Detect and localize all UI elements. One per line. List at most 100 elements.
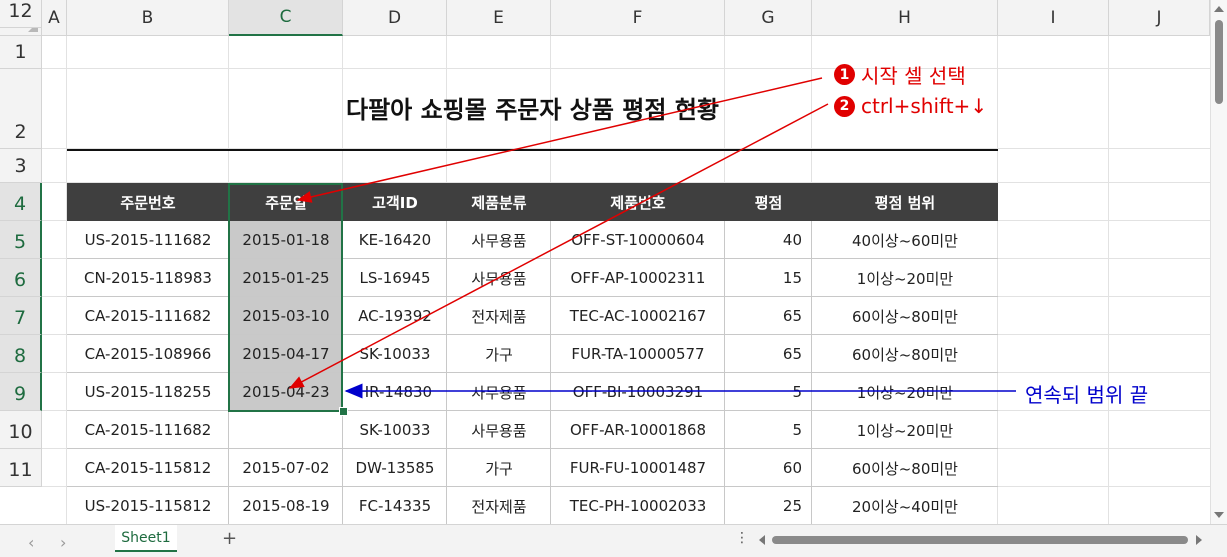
table-cell[interactable]: FUR-FU-10001487 xyxy=(551,449,725,487)
add-sheet-button[interactable]: + xyxy=(222,528,237,549)
table-cell[interactable]: 1이상~20미만 xyxy=(812,373,998,411)
scroll-up-icon[interactable] xyxy=(1214,6,1224,12)
table-cell[interactable]: TEC-AC-10002167 xyxy=(551,297,725,335)
table-header-cell: 고객ID xyxy=(372,193,418,212)
table-cell[interactable]: 60 xyxy=(725,449,812,487)
column-header-c[interactable]: C xyxy=(229,0,343,36)
table-cell[interactable]: 전자제품 xyxy=(447,487,551,524)
table-cell[interactable]: 15 xyxy=(725,259,812,297)
table-cell[interactable]: 가구 xyxy=(447,335,551,373)
sheet-tab-sheet1[interactable]: Sheet1 xyxy=(115,525,177,552)
gridline-h xyxy=(42,68,1210,69)
table-cell[interactable]: 40 xyxy=(725,221,812,259)
table-col-border xyxy=(550,221,551,524)
table-cell[interactable]: DW-13585 xyxy=(343,449,447,487)
table-cell[interactable]: LS-16945 xyxy=(343,259,447,297)
table-cell[interactable]: 1이상~20미만 xyxy=(812,259,998,297)
table-cell[interactable]: 5 xyxy=(725,373,812,411)
table-cell[interactable]: 2015-07-02 xyxy=(229,449,343,487)
table-cell[interactable]: US-2015-118255 xyxy=(67,373,229,411)
table-cell[interactable]: 25 xyxy=(725,487,812,524)
scroll-down-icon[interactable] xyxy=(1214,512,1224,518)
more-options-icon[interactable]: ⋮ xyxy=(735,530,749,546)
table-cell[interactable]: 60이상~80미만 xyxy=(812,335,998,373)
row-header-10[interactable]: 10 xyxy=(0,411,42,449)
table-cell[interactable]: OFF-ST-10000604 xyxy=(551,221,725,259)
table-cell[interactable]: CN-2015-118983 xyxy=(67,259,229,297)
spreadsheet-grid[interactable]: ABCDEFGHIJ 1 2 3 4 5 6 7 8 9 10 11 12 다팔아 쇼핑몰 주문자 상… xyxy=(0,0,1210,524)
row-header-2[interactable]: 2 xyxy=(0,69,42,149)
table-cell[interactable]: TEC-PH-10002033 xyxy=(551,487,725,524)
table-cell[interactable]: 40이상~60미만 xyxy=(812,221,998,259)
table-cell[interactable]: SK-10033 xyxy=(343,335,447,373)
table-col-border xyxy=(446,221,447,524)
column-header-i[interactable]: I xyxy=(998,0,1109,36)
row-header-12[interactable]: 12 xyxy=(0,0,42,28)
table-cell[interactable]: 5 xyxy=(725,411,812,449)
horizontal-scroll-thumb[interactable] xyxy=(772,536,1188,544)
column-header-g[interactable]: G xyxy=(725,0,812,36)
table-cell[interactable]: CA-2015-111682 xyxy=(67,297,229,335)
row-header-6[interactable]: 6 xyxy=(0,259,42,297)
table-cell[interactable]: 사무용품 xyxy=(447,221,551,259)
table-cell[interactable]: KE-16420 xyxy=(343,221,447,259)
prev-sheet-icon[interactable]: ‹ xyxy=(28,533,34,552)
table-cell[interactable]: CA-2015-108966 xyxy=(67,335,229,373)
next-sheet-icon[interactable]: › xyxy=(60,533,66,552)
column-header-f[interactable]: F xyxy=(551,0,725,36)
table-cell[interactable]: HR-14830 xyxy=(343,373,447,411)
table-cell[interactable]: US-2015-115812 xyxy=(67,487,229,524)
vertical-scrollbar[interactable] xyxy=(1210,0,1227,524)
table-header-cell: 평점 xyxy=(754,193,783,212)
table-cell[interactable]: OFF-AR-10001868 xyxy=(551,411,725,449)
column-header-h[interactable]: H xyxy=(812,0,998,36)
table-cell[interactable]: 가구 xyxy=(447,449,551,487)
table-cell[interactable]: 65 xyxy=(725,297,812,335)
vertical-scroll-thumb[interactable] xyxy=(1215,20,1223,104)
row-header-11[interactable]: 11 xyxy=(0,449,42,487)
table-cell[interactable]: US-2015-111682 xyxy=(67,221,229,259)
scroll-right-icon[interactable] xyxy=(1196,535,1202,545)
table-header-cell: 제품분류 xyxy=(471,193,527,212)
table-cell[interactable]: 60이상~80미만 xyxy=(812,297,998,335)
table-cell[interactable]: 사무용품 xyxy=(447,259,551,297)
table-cell[interactable]: 1이상~20미만 xyxy=(812,411,998,449)
table-cell[interactable] xyxy=(229,411,343,449)
table-header-cell: 주문번호 xyxy=(120,193,176,212)
column-header-a[interactable]: A xyxy=(42,0,67,36)
table-cell[interactable]: FC-14335 xyxy=(343,487,447,524)
table-cell[interactable]: 사무용품 xyxy=(447,373,551,411)
fill-handle[interactable] xyxy=(339,407,348,416)
table-header-cell: 평점 범위 xyxy=(874,193,936,212)
selection-border xyxy=(228,183,343,412)
table-cell[interactable]: 65 xyxy=(725,335,812,373)
row-header-3[interactable]: 3 xyxy=(0,149,42,183)
table-cell[interactable]: 사무용품 xyxy=(447,411,551,449)
step1-text: 시작 셀 선택 xyxy=(861,64,966,88)
row-header-7[interactable]: 7 xyxy=(0,297,42,335)
column-header-b[interactable]: B xyxy=(67,0,229,36)
table-cell[interactable]: 2015-08-19 xyxy=(229,487,343,524)
title-underline xyxy=(67,149,998,151)
column-header-j[interactable]: J xyxy=(1109,0,1210,36)
row-header-8[interactable]: 8 xyxy=(0,335,42,373)
column-header-d[interactable]: D xyxy=(343,0,447,36)
scroll-left-icon[interactable] xyxy=(759,535,765,545)
column-header-e[interactable]: E xyxy=(447,0,551,36)
table-cell[interactable]: OFF-AP-10002311 xyxy=(551,259,725,297)
table-cell[interactable]: OFF-BI-10003291 xyxy=(551,373,725,411)
table-cell[interactable]: CA-2015-111682 xyxy=(67,411,229,449)
table-cell[interactable]: SK-10033 xyxy=(343,411,447,449)
row-header-5[interactable]: 5 xyxy=(0,221,42,259)
table-cell[interactable]: 20이상~40미만 xyxy=(812,487,998,524)
table-col-border xyxy=(811,221,812,524)
table-cell[interactable]: FUR-TA-10000577 xyxy=(551,335,725,373)
table-cell[interactable]: 전자제품 xyxy=(447,297,551,335)
table-cell[interactable]: AC-19392 xyxy=(343,297,447,335)
row-header-1[interactable]: 1 xyxy=(0,36,42,69)
row-header-9[interactable]: 9 xyxy=(0,373,42,411)
step2-number: 2 xyxy=(834,95,855,117)
table-cell[interactable]: CA-2015-115812 xyxy=(67,449,229,487)
row-header-4[interactable]: 4 xyxy=(0,183,42,221)
table-cell[interactable]: 60이상~80미만 xyxy=(812,449,998,487)
